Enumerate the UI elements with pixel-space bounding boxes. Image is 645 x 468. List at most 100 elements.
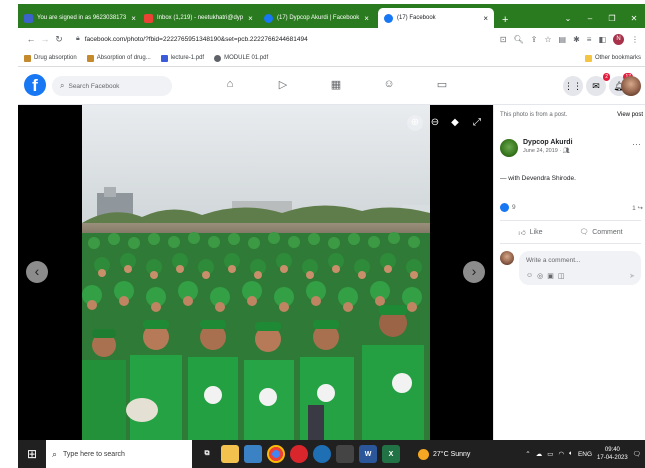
groups-icon[interactable]: ☺ xyxy=(381,78,397,94)
close-tab-icon[interactable]: × xyxy=(131,14,136,23)
post-notice: This photo is from a post. View post xyxy=(500,112,643,118)
watch-icon[interactable]: ▷ xyxy=(275,78,291,94)
zoom-out-icon[interactable]: ⊖ xyxy=(427,115,443,131)
tab-search-icon[interactable]: ⌄ xyxy=(557,14,579,23)
file-explorer-icon[interactable] xyxy=(221,445,239,463)
share-icon[interactable]: ⇪ xyxy=(531,35,538,44)
camera-icon[interactable]: ◎ xyxy=(537,272,543,280)
toolbar-icons: ⊡ 🔍︎ ⇪ ☆ ▤ ✱ ≡ ◧ N ⋮ xyxy=(500,33,645,45)
windows-start-icon[interactable]: ⊞ xyxy=(18,447,46,461)
url-field[interactable]: 🔒︎ facebook.com/photo/?fbid=222276595134… xyxy=(72,31,442,47)
windows-taskbar: ⊞ ⌕ Type here to search ⧉ W X 27°C Sunny… xyxy=(18,440,645,468)
bookmark-star-icon[interactable]: ☆ xyxy=(544,35,551,44)
view-post-link[interactable]: View post xyxy=(617,112,643,118)
crowd-photo-image xyxy=(82,105,430,440)
chrome-active-icon[interactable] xyxy=(336,445,354,463)
store-icon[interactable] xyxy=(244,445,262,463)
marketplace-icon[interactable]: ▦ xyxy=(328,78,344,94)
close-tab-icon[interactable]: × xyxy=(483,14,488,23)
google-lens-icon[interactable]: ⊡ xyxy=(500,35,507,44)
emoji-icon[interactable]: ☺ xyxy=(526,272,533,280)
excel-icon[interactable]: X xyxy=(382,445,400,463)
browser-tab-2[interactable]: Inbox (1,219) - neetukhatri@dyp × xyxy=(138,8,258,28)
bookmark-item[interactable]: MODULE 01.pdf xyxy=(214,54,269,62)
reading-list-icon[interactable]: ≡ xyxy=(587,35,592,44)
gif-icon[interactable]: ▣ xyxy=(547,272,554,280)
taskbar-search-input[interactable]: ⌕ Type here to search xyxy=(46,440,192,468)
clock[interactable]: 09:40 17-04-2023 xyxy=(597,446,628,462)
side-panel-icon[interactable]: ◧ xyxy=(598,35,606,44)
user-avatar[interactable] xyxy=(500,251,514,265)
facebook-logo-icon[interactable]: f xyxy=(24,74,46,96)
group-photo[interactable] xyxy=(82,105,430,440)
volume-icon[interactable]: 🔈︎ xyxy=(569,450,573,458)
close-tab-icon[interactable]: × xyxy=(248,14,253,23)
close-tab-icon[interactable]: × xyxy=(364,14,369,23)
thumbs-up-icon: 👍︎ xyxy=(518,229,526,237)
page-avatar[interactable] xyxy=(500,139,518,157)
reactions-row: 9 1 ↪ xyxy=(500,203,643,212)
task-view-icon[interactable]: ⧉ xyxy=(198,445,216,463)
browser-tab-1[interactable]: You are signed in as 9623038173 × xyxy=(18,8,138,28)
share-count[interactable]: 1 ↪ xyxy=(632,204,643,212)
previous-photo-button[interactable]: ‹ xyxy=(26,261,48,283)
new-tab-button[interactable]: + xyxy=(494,14,516,28)
tag-icon[interactable]: ◆ xyxy=(447,115,463,131)
reload-icon[interactable]: ↻ xyxy=(52,34,66,45)
comment-button[interactable]: 🗨︎ Comment xyxy=(579,228,622,237)
account-avatar[interactable] xyxy=(621,76,641,96)
share-icon: ↪ xyxy=(637,204,643,212)
cloud-icon[interactable]: ☁ xyxy=(536,450,543,458)
edge-icon[interactable] xyxy=(313,445,331,463)
tagged-people[interactable]: — with Devendra Shirode. xyxy=(500,175,576,182)
minimize-button[interactable]: – xyxy=(579,14,601,23)
more-options-icon[interactable]: ··· xyxy=(632,139,641,157)
word-icon[interactable]: W xyxy=(359,445,377,463)
browser-tab-active[interactable]: (17) Facebook × xyxy=(378,8,494,28)
messenger-icon[interactable]: ✉ 2 xyxy=(586,73,610,96)
bookmark-item[interactable]: Absorption of drug... xyxy=(86,54,151,62)
zoom-icon[interactable]: 🔍︎ xyxy=(513,35,523,44)
language-indicator[interactable]: ENG xyxy=(578,451,592,458)
forward-icon[interactable]: → xyxy=(38,34,52,44)
messenger-badge: 2 xyxy=(603,73,610,81)
chrome-icon[interactable] xyxy=(267,445,285,463)
close-window-button[interactable]: ✕ xyxy=(623,14,645,23)
network-icon[interactable]: ▭ xyxy=(547,450,553,458)
menu-grid-icon[interactable]: ⋮⋮ xyxy=(563,76,583,96)
comment-input[interactable]: Write a comment... ☺ ◎ ▣ ◫ ➤ xyxy=(519,251,641,285)
extensions-puzzle-icon[interactable]: ✱ xyxy=(573,35,580,44)
bookmark-label: Other bookmarks xyxy=(594,55,641,61)
extension-icon[interactable]: ▤ xyxy=(559,35,567,44)
next-photo-button[interactable]: › xyxy=(463,261,485,283)
browser-tab-3[interactable]: (17) Dypcop Akurdi | Facebook × xyxy=(258,8,378,28)
restore-button[interactable]: ❐ xyxy=(601,14,623,23)
bookmark-favicon-icon xyxy=(214,54,222,62)
zoom-in-icon[interactable]: ⊕ xyxy=(407,115,423,131)
back-icon[interactable]: ← xyxy=(24,34,38,44)
notification-center-icon[interactable]: 🗨︎ xyxy=(633,450,641,458)
bookmark-item[interactable]: lecture-1.pdf xyxy=(160,54,204,62)
home-icon[interactable]: ⌂ xyxy=(222,78,238,94)
sticker-icon[interactable]: ◫ xyxy=(558,272,565,280)
bookmark-favicon-icon xyxy=(24,54,31,62)
menu-dots-icon[interactable]: ⋮ xyxy=(631,35,639,44)
like-button[interactable]: 👍︎ Like xyxy=(518,228,542,237)
lock-icon[interactable]: 🔒︎ xyxy=(76,35,80,43)
weather-widget[interactable]: 27°C Sunny xyxy=(418,448,470,460)
opera-icon[interactable] xyxy=(290,445,308,463)
chevron-up-icon[interactable]: ⌃ xyxy=(525,450,530,458)
bookmark-item[interactable]: Drug absorption xyxy=(24,54,77,62)
wifi-icon[interactable]: ◠ xyxy=(558,450,564,458)
other-bookmarks-folder[interactable]: Other bookmarks xyxy=(584,54,645,62)
author-name[interactable]: Dypcop Akurdi xyxy=(523,139,573,146)
gaming-icon[interactable]: ▭ xyxy=(434,78,450,94)
post-date[interactable]: June 24, 2019 · 👥︎ xyxy=(523,148,573,154)
bookmark-label: MODULE 01.pdf xyxy=(224,55,269,61)
reaction-count[interactable]: 9 xyxy=(512,204,516,211)
send-icon[interactable]: ➤ xyxy=(629,272,635,280)
facebook-search-input[interactable]: ⌕ Search Facebook xyxy=(52,76,172,96)
profile-avatar[interactable]: N xyxy=(613,33,624,45)
post-actions: 👍︎ Like 🗨︎ Comment xyxy=(500,220,641,244)
fullscreen-icon[interactable]: ⤢ xyxy=(469,115,485,131)
